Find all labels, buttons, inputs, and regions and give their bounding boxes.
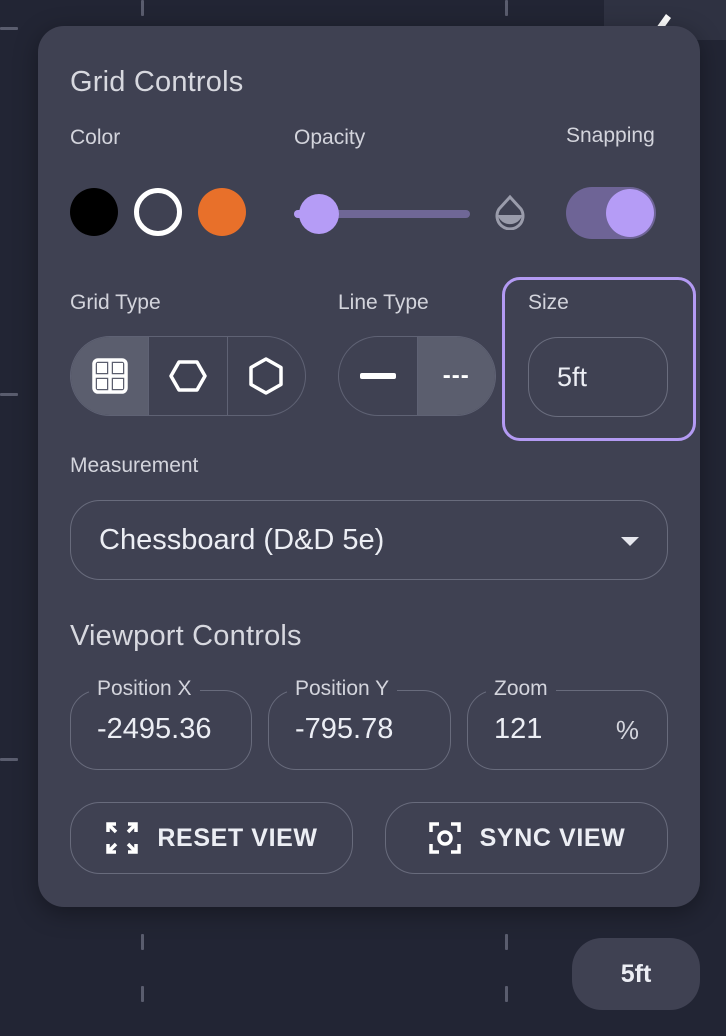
- snapping-toggle-knob: [606, 189, 654, 237]
- position-y-value: -795.78: [295, 713, 394, 745]
- map-canvas[interactable]: Grid Controls Color Opacity Snapping Gri…: [0, 0, 726, 1036]
- measurement-label: Measurement: [70, 454, 199, 477]
- grid-type-label: Grid Type: [70, 291, 161, 314]
- hex-vertical-icon: [249, 357, 284, 395]
- sync-view-label: SYNC VIEW: [479, 823, 626, 852]
- zoom-field[interactable]: Zoom 121 %: [467, 677, 668, 770]
- grid-controls-title: Grid Controls: [70, 66, 244, 98]
- grid-scale-chip: 5ft: [572, 938, 700, 1010]
- grid-tick: [505, 0, 508, 16]
- color-swatch-white[interactable]: [134, 188, 182, 236]
- grid-tick: [0, 758, 18, 761]
- position-x-field[interactable]: Position X -2495.36: [70, 677, 252, 770]
- reset-view-button[interactable]: RESET VIEW: [70, 802, 353, 874]
- grid-type-hex-horizontal-button[interactable]: [149, 337, 228, 415]
- measurement-select[interactable]: Chessboard (D&D 5e): [70, 500, 668, 580]
- dashed-line-icon: ---: [442, 362, 470, 389]
- position-x-label: Position X: [89, 677, 200, 701]
- grid-type-selector: [70, 336, 306, 416]
- square-grid-icon: [91, 358, 128, 394]
- grid-tick: [141, 986, 144, 1002]
- grid-tick: [141, 0, 144, 16]
- hex-horizontal-icon: [169, 360, 207, 392]
- position-y-label: Position Y: [287, 677, 398, 701]
- grid-tick: [505, 986, 508, 1002]
- line-type-solid-button[interactable]: [339, 337, 418, 415]
- line-type-dashed-button[interactable]: ---: [417, 337, 495, 415]
- zoom-label: Zoom: [486, 677, 556, 701]
- grid-tick: [505, 934, 508, 950]
- size-input[interactable]: 5ft: [528, 337, 668, 417]
- grid-tick: [141, 934, 144, 950]
- grid-tick: [0, 393, 18, 396]
- grid-controls-panel: Grid Controls Color Opacity Snapping Gri…: [38, 26, 700, 907]
- line-type-selector: ---: [338, 336, 496, 416]
- snapping-toggle[interactable]: [566, 187, 656, 239]
- sync-view-button[interactable]: SYNC VIEW: [385, 802, 668, 874]
- snapping-label: Snapping: [566, 124, 655, 147]
- opacity-label: Opacity: [294, 126, 366, 149]
- grid-type-square-button[interactable]: [71, 337, 150, 415]
- zoom-suffix: %: [615, 715, 639, 745]
- color-swatch-black[interactable]: [70, 188, 118, 236]
- color-swatch-orange[interactable]: [198, 188, 246, 236]
- opacity-drop-icon: [495, 194, 525, 230]
- position-y-field[interactable]: Position Y -795.78: [268, 677, 451, 770]
- zoom-value: 121: [494, 713, 543, 745]
- opacity-slider-thumb[interactable]: [298, 194, 339, 234]
- line-type-label: Line Type: [338, 291, 429, 314]
- position-x-value: -2495.36: [97, 713, 212, 745]
- grid-tick: [0, 27, 18, 30]
- chevron-down-icon: [621, 537, 639, 546]
- center-focus-icon: [428, 822, 461, 854]
- measurement-select-value: Chessboard (D&D 5e): [99, 523, 385, 556]
- grid-type-hex-vertical-button[interactable]: [228, 337, 305, 415]
- solid-line-icon: [359, 373, 396, 379]
- fullscreen-icon: [106, 822, 139, 854]
- reset-view-label: RESET VIEW: [157, 823, 318, 852]
- viewport-controls-title: Viewport Controls: [70, 620, 302, 652]
- color-label: Color: [70, 126, 121, 149]
